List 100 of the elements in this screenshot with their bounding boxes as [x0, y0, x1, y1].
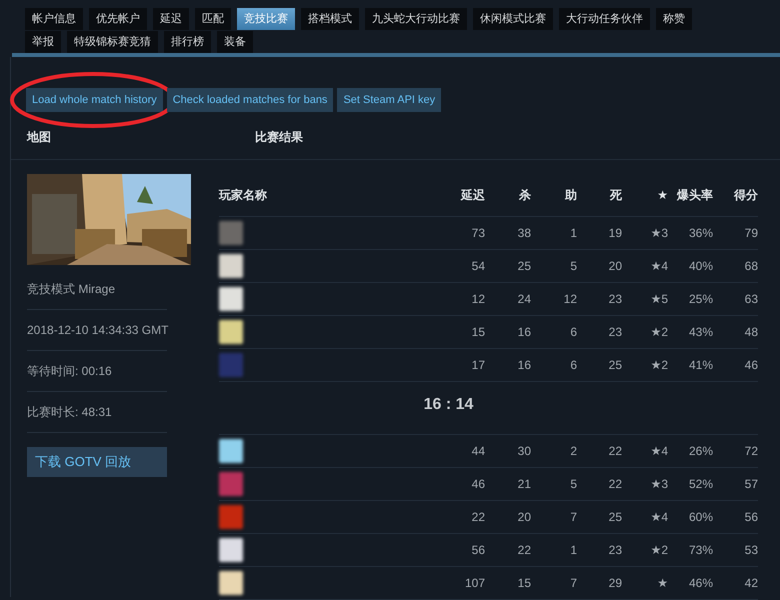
table-cell-text: ★3 — [650, 226, 668, 240]
table-cell-text: 40% — [688, 259, 713, 273]
tab[interactable]: 匹配 — [195, 8, 231, 30]
table-cell-text: 22 — [516, 543, 531, 557]
table-cell-text: 42 — [744, 576, 758, 590]
table-cell-text: 17 — [470, 358, 485, 372]
table-cell-text: 56 — [744, 510, 758, 524]
column-heading: 地图 — [26, 129, 52, 146]
table-cell-text: 25 — [608, 358, 622, 372]
tab[interactable]: 特级锦标赛竞猜 — [67, 31, 158, 53]
table-cell-text: ★5 — [650, 292, 668, 306]
table-cell-text: ★4 — [650, 259, 668, 273]
tab[interactable]: 休闲模式比赛 — [473, 8, 553, 30]
table-cell-text: 41% — [688, 358, 713, 372]
table-cell-text: 24 — [516, 292, 531, 306]
table-cell-text: 46% — [688, 576, 713, 590]
table-cell-text: 23 — [608, 292, 622, 306]
table-cell-text: 2 — [569, 444, 577, 458]
table-cell-text: 20 — [516, 510, 531, 524]
table-cell-text: ★2 — [650, 358, 668, 372]
tab[interactable]: 举报 — [25, 31, 61, 53]
table-cell-text: 79 — [744, 226, 758, 240]
tab[interactable]: 优先帐户 — [89, 8, 147, 30]
table-cell-text: 15 — [470, 325, 485, 339]
table-cell-text: 7 — [569, 576, 577, 590]
table-cell-text: 56 — [470, 543, 485, 557]
match-score: 16 : 14 — [424, 396, 474, 413]
table-cell-text: 6 — [569, 325, 577, 339]
table-cell-text: 22 — [608, 477, 622, 491]
table-cell-text: 12 — [470, 292, 485, 306]
column-heading: ★ — [656, 188, 668, 204]
table-cell-text: 15 — [516, 576, 531, 590]
table-cell-text: 38 — [516, 226, 531, 240]
action-button[interactable]: Check loaded matches for bans — [166, 88, 334, 112]
table-cell-text: ★3 — [650, 477, 668, 491]
tab[interactable]: 称赞 — [656, 8, 692, 30]
column-heading: 爆头率 — [676, 186, 713, 204]
tab[interactable]: 帐户信息 — [25, 8, 83, 30]
table-cell-text: 68 — [744, 259, 758, 273]
table-cell-text: 23 — [608, 325, 622, 339]
column-heading: 杀 — [518, 186, 531, 204]
table-cell-text: 107 — [464, 576, 485, 590]
table-cell-text: 1 — [569, 543, 577, 557]
table-cell-text: ★2 — [650, 543, 668, 557]
table-cell-text: ★2 — [650, 325, 668, 339]
tab[interactable]: 九头蛇大行动比赛 — [365, 8, 467, 30]
table-cell-text: 57 — [744, 477, 758, 491]
table-cell-text: ★4 — [650, 510, 668, 524]
table-cell-text: 22 — [608, 444, 622, 458]
column-heading: 得分 — [732, 186, 758, 204]
tab[interactable]: 搭档模式 — [301, 8, 359, 30]
column-heading: 死 — [608, 186, 622, 204]
match-detail: 比赛时长: 48:31 — [27, 392, 167, 433]
table-cell-text: 12 — [562, 292, 577, 306]
table-cell-text: 16 — [516, 358, 531, 372]
table-cell-text: 21 — [516, 477, 531, 491]
tab[interactable]: 装备 — [217, 31, 253, 53]
table-cell-text: 46 — [470, 477, 485, 491]
column-heading: 玩家名称 — [219, 186, 268, 204]
tab[interactable]: 延迟 — [153, 8, 189, 30]
match-detail: 竞技模式 Mirage — [27, 269, 167, 310]
table-cell-text: ★ — [656, 576, 668, 590]
table-cell-text: 25% — [688, 292, 713, 306]
tab[interactable]: 排行榜 — [164, 31, 211, 53]
table-cell-text: 22 — [470, 510, 485, 524]
column-heading: 延迟 — [460, 186, 485, 204]
table-cell-text: 19 — [608, 226, 622, 240]
table-cell-text: 6 — [569, 358, 577, 372]
table-cell-text: 36% — [688, 226, 713, 240]
table-cell-text: 73% — [688, 543, 713, 557]
table-cell-text: 72 — [744, 444, 758, 458]
table-cell-text: 23 — [608, 543, 622, 557]
table-cell-text: 7 — [569, 510, 577, 524]
column-heading: 助 — [564, 186, 577, 204]
match-detail: 等待时间: 00:16 — [27, 351, 167, 392]
match-detail: 2018-12-10 14:34:33 GMT — [27, 310, 167, 351]
table-cell-text: 48 — [744, 325, 758, 339]
table-cell-text: 52% — [688, 477, 713, 491]
table-cell-text: 29 — [608, 576, 622, 590]
action-button[interactable]: Load whole match history — [26, 88, 163, 112]
table-cell-text: 16 — [516, 325, 531, 339]
table-cell-text: 73 — [470, 226, 485, 240]
table-cell-text: 46 — [744, 358, 758, 372]
table-cell-text: 20 — [608, 259, 622, 273]
column-heading: 比赛结果 — [254, 129, 303, 146]
table-cell-text: 25 — [516, 259, 531, 273]
table-cell-text: 5 — [569, 477, 577, 491]
table-cell-text: 30 — [516, 444, 531, 458]
table-cell-text: 60% — [688, 510, 713, 524]
table-cell-text: 53 — [744, 543, 758, 557]
table-cell-text: 44 — [470, 444, 485, 458]
table-cell-text: 43% — [688, 325, 713, 339]
download-button[interactable]: 下载 GOTV 回放 — [27, 447, 167, 477]
table-cell-text: 54 — [470, 259, 485, 273]
tab[interactable]: 大行动任务伙伴 — [559, 8, 650, 30]
table-cell-text: 25 — [608, 510, 622, 524]
table-cell-text: 1 — [569, 226, 577, 240]
table-cell-text: 63 — [744, 292, 758, 306]
action-button[interactable]: Set Steam API key — [337, 88, 442, 112]
table-cell-text: 5 — [569, 259, 577, 273]
